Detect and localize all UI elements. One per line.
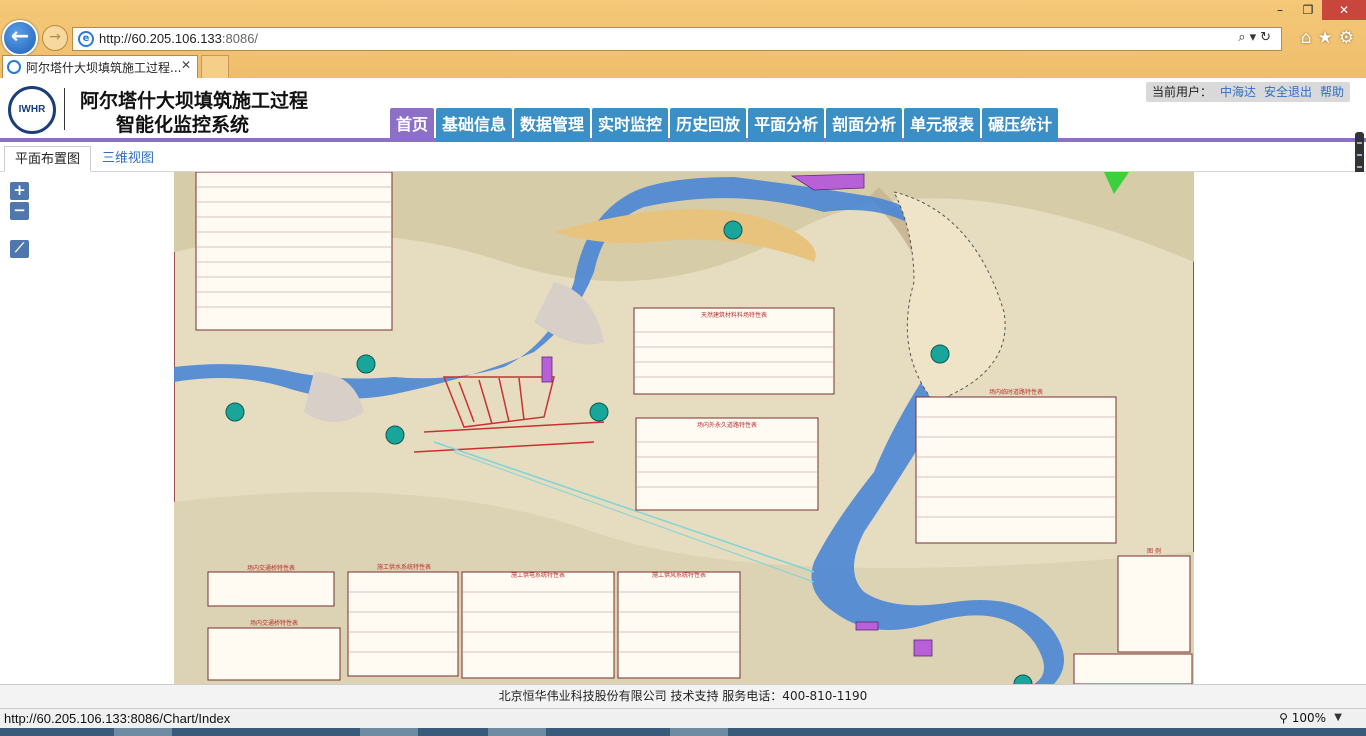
nav-realtime-monitor[interactable]: 实时监控 xyxy=(592,108,669,142)
tab-title: 阿尔塔什大坝填筑施工过程... xyxy=(26,61,182,75)
sub-tabs: 平面布置图 三维视图 xyxy=(0,142,1366,172)
logout-link[interactable]: 安全退出 xyxy=(1264,85,1312,99)
svg-text:施工供水系统特性表: 施工供水系统特性表 xyxy=(377,563,431,571)
help-link[interactable]: 帮助 xyxy=(1320,85,1344,99)
tab-3d-view[interactable]: 三维视图 xyxy=(92,146,164,172)
svg-text:施工供风系统特性表: 施工供风系统特性表 xyxy=(652,571,706,579)
settings-gear-icon[interactable]: ⚙ xyxy=(1339,28,1360,48)
svg-text:场内外永久道路特性表: 场内外永久道路特性表 xyxy=(697,421,757,429)
nav-history-replay[interactable]: 历史回放 xyxy=(670,108,747,142)
ie-logo-icon: e xyxy=(78,31,94,47)
page-footer: 北京恒华伟业科技股份有限公司 技术支持 服务电话：400-810-1190 xyxy=(0,684,1366,708)
main-nav: 首页 基础信息 数据管理 实时监控 历史回放 平面分析 剖面分析 单元报表 碾压… xyxy=(390,108,1060,142)
taskbar-button[interactable] xyxy=(114,728,172,736)
map-viewport[interactable]: + − ⟋ 天然建筑材料料场特性表 场内外永久道路特性表 场内临时道路特性表 场… xyxy=(0,172,1366,684)
close-window-icon[interactable]: ✕ xyxy=(1322,0,1366,20)
svg-text:天然建筑材料料场特性表: 天然建筑材料料场特性表 xyxy=(701,311,767,319)
toolbar-icons: ⌂★⚙ xyxy=(1301,28,1360,48)
browser-tab[interactable]: 阿尔塔什大坝填筑施工过程... ✕ xyxy=(2,55,198,78)
svg-text:施工供电系统特性表: 施工供电系统特性表 xyxy=(511,571,565,579)
iwhr-logo: IWHR xyxy=(8,86,56,134)
current-user-name[interactable]: 中海达 xyxy=(1220,85,1256,99)
user-bar: 当前用户： 中海达 安全退出 帮助 xyxy=(1145,82,1350,102)
svg-text:图 例: 图 例 xyxy=(1147,547,1161,555)
taskbar-button[interactable] xyxy=(670,728,728,736)
status-url: http://60.205.106.133:8086/Chart/Index xyxy=(4,711,231,726)
measure-ruler-icon[interactable]: ⟋ xyxy=(10,240,29,258)
home-icon[interactable]: ⌂ xyxy=(1301,28,1318,48)
zoom-out-button[interactable]: − xyxy=(10,202,29,220)
os-taskbar xyxy=(0,728,1366,736)
zoom-dropdown-icon[interactable]: ▼ xyxy=(1334,712,1342,723)
svg-text:场内临时道路特性表: 场内临时道路特性表 xyxy=(989,388,1043,396)
nav-basic-info[interactable]: 基础信息 xyxy=(436,108,513,142)
tab-close-icon[interactable]: ✕ xyxy=(181,58,191,72)
system-title-line1: 阿尔塔什大坝填筑施工过程 xyxy=(80,90,309,112)
forward-arrow-icon[interactable]: → xyxy=(42,25,68,51)
construction-site-plan-map[interactable]: 天然建筑材料料场特性表 场内外永久道路特性表 场内临时道路特性表 场内交通桥特性… xyxy=(174,172,1194,684)
favorites-star-icon[interactable]: ★ xyxy=(1318,28,1339,48)
taskbar-button[interactable] xyxy=(488,728,546,736)
svg-text:场内交通桥特性表: 场内交通桥特性表 xyxy=(247,564,295,572)
restore-icon[interactable]: ❐ xyxy=(1294,0,1322,20)
logo-divider xyxy=(64,88,65,130)
nav-unit-report[interactable]: 单元报表 xyxy=(904,108,981,142)
taskbar-button[interactable] xyxy=(360,728,418,736)
system-title-line2: 智能化监控系统 xyxy=(116,114,250,136)
address-bar[interactable]: e http://60.205.106.133:8086/ ⌕▾↻ xyxy=(72,27,1282,51)
current-user-label: 当前用户： xyxy=(1151,85,1212,99)
browser-chrome: ← → e http://60.205.106.133:8086/ ⌕▾↻ – … xyxy=(0,0,1366,78)
nav-compaction-stats[interactable]: 碾压统计 xyxy=(982,108,1059,142)
nav-plan-analysis[interactable]: 平面分析 xyxy=(748,108,825,142)
back-arrow-icon[interactable]: ← xyxy=(2,20,38,56)
svg-text:场内交通桥特性表: 场内交通桥特性表 xyxy=(250,619,298,627)
url-text[interactable]: http://60.205.106.133:8086/ xyxy=(99,31,258,46)
search-refresh-icons[interactable]: ⌕▾↻ xyxy=(1238,30,1275,45)
app-header: IWHR 阿尔塔什大坝填筑施工过程 智能化监控系统 当前用户： 中海达 安全退出 帮助… xyxy=(0,78,1366,142)
tab-plan-layout[interactable]: 平面布置图 xyxy=(4,146,92,172)
window-controls: – ❐ ✕ xyxy=(1266,0,1366,20)
zoom-in-button[interactable]: + xyxy=(10,182,29,200)
new-tab-button[interactable] xyxy=(201,55,229,78)
nav-home[interactable]: 首页 xyxy=(390,108,435,142)
tab-favicon-icon xyxy=(7,60,21,74)
nav-data-management[interactable]: 数据管理 xyxy=(514,108,591,142)
nav-section-analysis[interactable]: 剖面分析 xyxy=(826,108,903,142)
zoom-level[interactable]: ⚲ 100% xyxy=(1279,711,1326,725)
minimize-icon[interactable]: – xyxy=(1266,0,1294,20)
browser-statusbar: http://60.205.106.133:8086/Chart/Index ⚲… xyxy=(0,708,1366,728)
